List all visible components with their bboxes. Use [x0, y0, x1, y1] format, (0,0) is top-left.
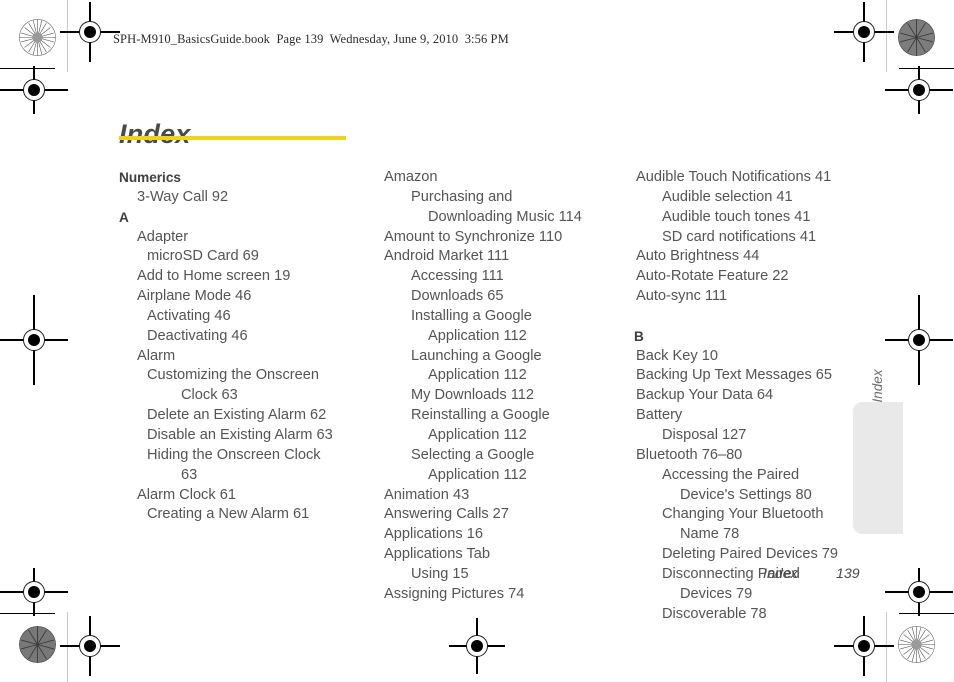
- starburst-target-bottom-right: [898, 626, 935, 663]
- index-entry-level1: Auto-Rotate Feature 22: [636, 268, 789, 285]
- trim-line-bottom-left: [0, 613, 55, 615]
- index-entry-level2: Using 15: [411, 565, 469, 582]
- index-entry-level1: Auto Brightness 44: [636, 248, 760, 265]
- index-entry-level1: 3-Way Call 92: [137, 188, 229, 205]
- index-entry-continuation: Downloading Music 114: [428, 208, 582, 225]
- index-entry-level2: Customizing the Onscreen Clock 63: [119, 366, 357, 406]
- index-entry-level1: Amazon: [384, 169, 438, 185]
- index-entry-level2: Reinstalling a Google Application 112: [384, 406, 622, 446]
- index-entry-level2: Activating 46: [147, 307, 231, 324]
- index-entry-level2: SD card notifications 41: [662, 228, 817, 245]
- index-entry-continuation: 63: [181, 466, 198, 483]
- index-entry-continuation: Clock 63: [181, 387, 238, 404]
- index-entry-level1: Android Market 111: [384, 248, 510, 265]
- index-entry-level2: Audible selection 41: [662, 188, 793, 205]
- index-entry-level2: Delete an Existing Alarm 62: [147, 407, 327, 424]
- index-entry-level1: Assigning Pictures 74: [384, 585, 525, 602]
- title-underline-rule: [119, 136, 346, 140]
- starburst-target-top-left: [19, 19, 56, 56]
- index-column-2: Amazon Purchasing and Downloading Music 11…: [384, 168, 622, 605]
- index-entry-level1: Add to Home screen 19: [137, 268, 291, 285]
- starburst-icon: [19, 19, 56, 56]
- index-entry-level2: Hiding the Onscreen Clock 63: [119, 446, 357, 486]
- index-entry-level1: Alarm Clock 61: [137, 486, 236, 503]
- index-section-heading: A: [119, 209, 129, 225]
- index-entry-level1: Audible Touch Notifications 41: [636, 169, 832, 185]
- guide-line-bottom-left: [67, 612, 69, 682]
- index-section-heading: Numerics: [119, 170, 181, 185]
- index-entry-level1: Amount to Synchronize 110: [384, 228, 563, 245]
- index-entry-continuation: Application 112: [428, 426, 527, 443]
- index-entry-level2: Disable an Existing Alarm 63: [147, 426, 333, 443]
- footer-section-label: Index: [763, 566, 798, 582]
- trim-line-top-right: [899, 68, 954, 70]
- index-entry-level2: My Downloads 112: [411, 387, 535, 404]
- index-column-1: Numerics 3-Way Call 92 A Adapter microSD Car…: [119, 168, 357, 525]
- guide-line-right: [886, 0, 888, 72]
- index-entry-level2: Launching a Google Application 112: [384, 347, 622, 387]
- starburst-icon: [19, 626, 56, 663]
- index-entry-level2: Downloads 65: [411, 288, 504, 305]
- index-entry-continuation: Devices 79: [680, 585, 753, 602]
- trim-line-top-left: [0, 68, 55, 70]
- index-entry-level2: Audible touch tones 41: [662, 208, 811, 225]
- starburst-icon: [898, 626, 935, 663]
- index-entry-level2: Discoverable 78: [662, 605, 767, 622]
- book-header-text: SPH-M910_BasicsGuide.book Page 139 Wedne…: [113, 32, 509, 46]
- index-entry-level2: Purchasing and Downloading Music 114: [384, 188, 622, 228]
- page-title: Index: [119, 119, 191, 150]
- starburst-icon: [898, 19, 935, 56]
- index-entry-level2: Deleting Paired Devices 79: [662, 546, 839, 563]
- index-entry-continuation: Application 112: [428, 327, 527, 344]
- index-entry-level2: microSD Card 69: [147, 248, 259, 265]
- index-entry-level2: Accessing 111: [411, 268, 504, 285]
- side-thumb-tab: Index: [853, 369, 903, 534]
- index-entry-level1: Airplane Mode 46: [137, 288, 252, 305]
- guide-line-left: [67, 0, 69, 72]
- index-entry-level1: Applications Tab: [384, 546, 491, 563]
- starburst-target-bottom-left: [19, 626, 56, 663]
- index-entry-level1: Adapter: [137, 228, 189, 245]
- index-entry-level2: Deactivating 46: [147, 327, 248, 344]
- index-entry-level2: Creating a New Alarm 61: [147, 506, 310, 523]
- index-entry-continuation: Application 112: [428, 367, 527, 384]
- index-entry-level1: Answering Calls 27: [384, 506, 509, 523]
- index-entry-level1: Alarm: [137, 347, 176, 364]
- index-entry-level2: Selecting a Google Application 112: [384, 446, 622, 486]
- starburst-target-top-right: [898, 19, 935, 56]
- index-entry-level2: Installing a Google Application 112: [384, 307, 622, 347]
- index-entry-level1: Auto-sync 111: [636, 288, 728, 305]
- index-entry-level1: Applications 16: [384, 526, 483, 543]
- footer-page-number: 139: [836, 566, 860, 582]
- index-entry-level1: Animation 43: [384, 486, 470, 503]
- side-tab-label: Index: [870, 369, 885, 403]
- trim-line-bottom-right: [899, 613, 954, 615]
- index-entry-continuation: Application 112: [428, 466, 527, 483]
